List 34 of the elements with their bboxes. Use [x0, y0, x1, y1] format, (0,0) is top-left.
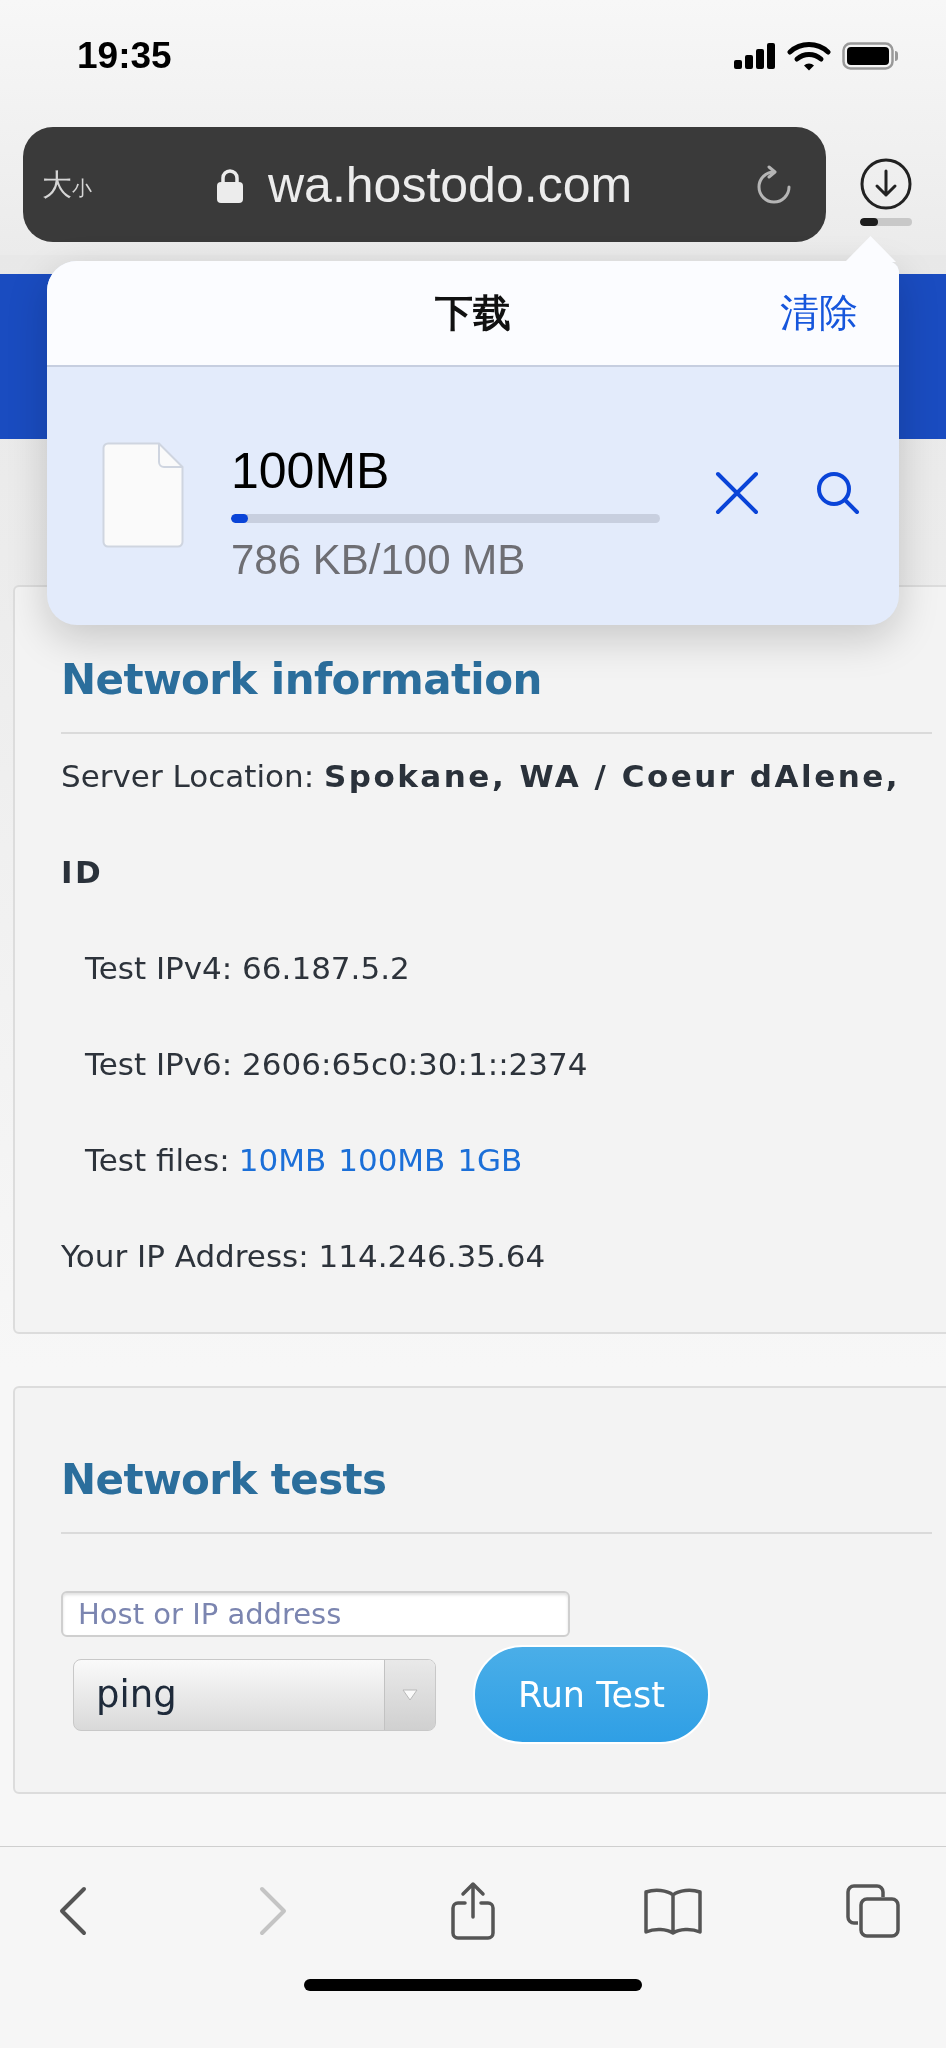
- chevron-left-icon[interactable]: [59, 1886, 87, 1936]
- test-file-link[interactable]: 10MB: [238, 1112, 327, 1208]
- download-button[interactable]: [860, 158, 912, 210]
- download-item[interactable]: 100MB 786 KB/100 MB: [47, 367, 899, 625]
- battery-icon: [842, 42, 900, 70]
- close-icon[interactable]: [715, 471, 759, 515]
- test-ipv4-text: Test IPv4: 66.187.5.2: [85, 950, 410, 986]
- overlapping-squares-icon[interactable]: [846, 1884, 900, 1938]
- test-file-link[interactable]: 100MB: [338, 1112, 446, 1208]
- test-type-select[interactable]: ping: [73, 1658, 436, 1731]
- host-field[interactable]: Host or IP address: [61, 1591, 570, 1637]
- file-icon: [102, 442, 184, 548]
- lock-icon: [216, 166, 244, 203]
- wifi-icon: [787, 41, 831, 71]
- your-ip-text: Your IP Address: 114.246.35.64: [61, 1238, 546, 1274]
- download-icon: [860, 158, 912, 210]
- url-text[interactable]: wa.hostodo.com: [268, 155, 633, 214]
- test-files-label: Test files:: [85, 1141, 230, 1180]
- search-icon[interactable]: [816, 471, 860, 515]
- section-heading: Network information: [61, 654, 543, 706]
- file-name: 100MB: [231, 443, 391, 499]
- signal-icon: [734, 43, 776, 69]
- caret-icon: [402, 1688, 418, 1701]
- clear-button[interactable]: 清除: [780, 286, 858, 340]
- test-file-link[interactable]: 1GB: [457, 1112, 523, 1208]
- reload-icon[interactable]: [755, 164, 793, 205]
- clock-time: 19:35: [77, 35, 173, 77]
- popover-title: 下载: [435, 290, 511, 336]
- download-progress-text: 786 KB/100 MB: [231, 535, 527, 585]
- test-ipv6-text: Test IPv6: 2606:65c0:30:1::2374: [85, 1046, 588, 1082]
- section-heading: Network tests: [61, 1454, 388, 1506]
- share-icon[interactable]: [450, 1881, 496, 1941]
- server-location-text: Server Location: Spokane, WA / Coeur dAlene, ID: [61, 757, 902, 892]
- book-icon[interactable]: [643, 1887, 703, 1935]
